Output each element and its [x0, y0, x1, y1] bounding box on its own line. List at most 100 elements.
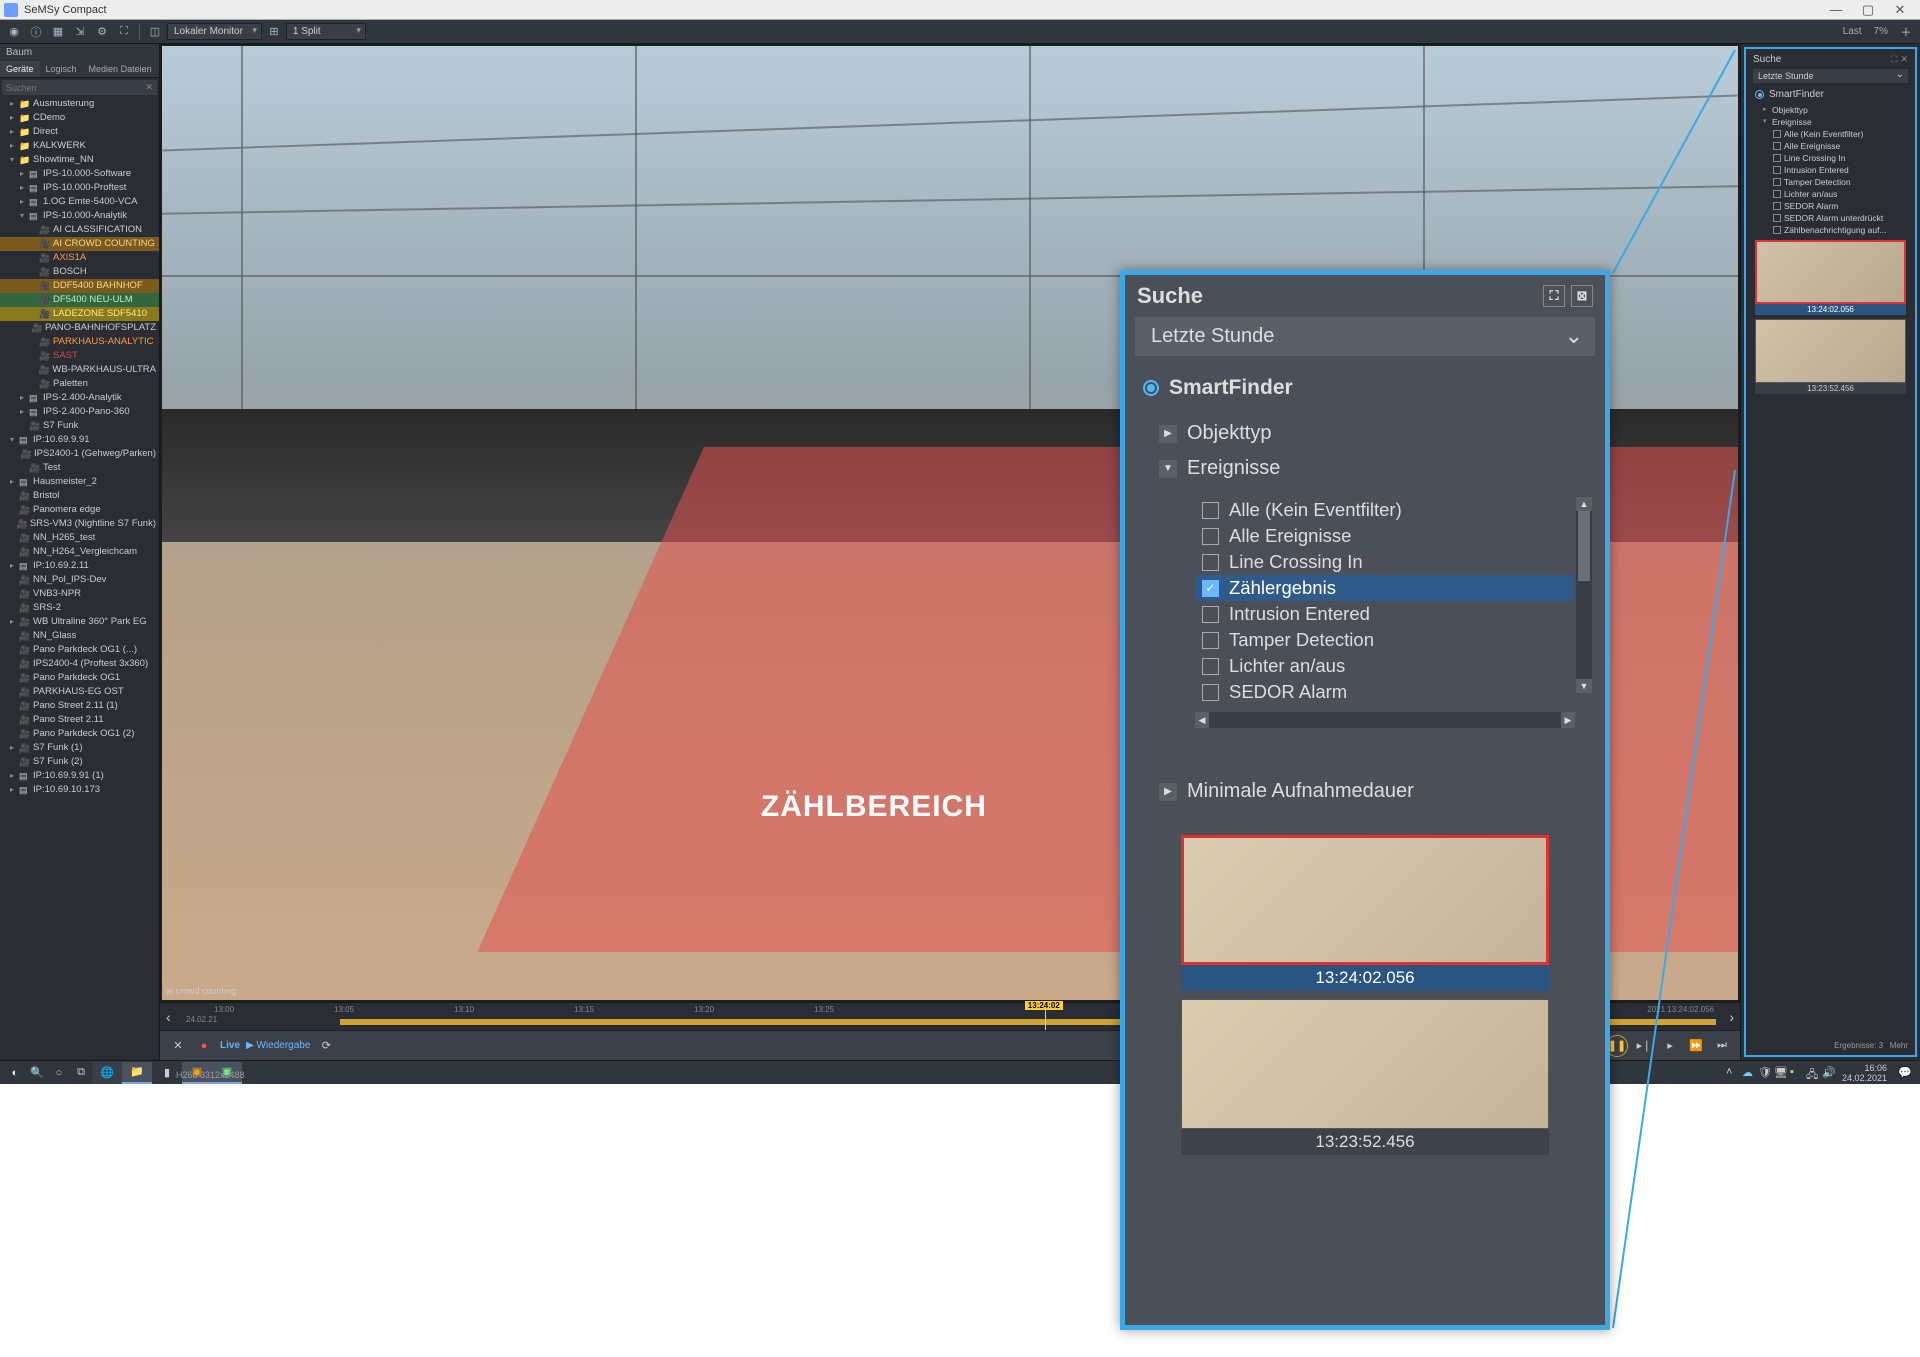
event-filter-item-small[interactable]: Line Crossing In — [1753, 152, 1908, 164]
event-filter-item[interactable]: Line Crossing In — [1196, 549, 1574, 575]
close-search-icon[interactable]: ✕ — [1900, 54, 1908, 65]
loop-icon[interactable]: ⟳ — [316, 1036, 336, 1056]
next-frame-icon[interactable]: ▸❘ — [1634, 1036, 1654, 1056]
tree-item[interactable]: ▾▤IPS-10.000-Analytik — [0, 209, 159, 223]
tree-item[interactable]: ▸▤1.OG Emte-5400-VCA — [0, 195, 159, 209]
forward-icon[interactable]: ⏩ — [1686, 1036, 1706, 1056]
skip-end-icon[interactable]: ⏭ — [1712, 1036, 1732, 1056]
tree-item[interactable]: 🎥AI CLASSIFICATION — [0, 223, 159, 237]
tree-item[interactable]: ▸▤IP:10.69.10.173 — [0, 783, 159, 797]
expand-icon[interactable]: ⛶ — [114, 22, 134, 42]
tree-item[interactable]: 🎥DDF5400 BAHNHOF — [0, 279, 159, 293]
event-filter-item[interactable]: Lichter an/aus — [1196, 653, 1574, 679]
tree-item[interactable]: 🎥IPS2400-4 (Proftest 3x360) — [0, 657, 159, 671]
tree-item[interactable]: ▸▤Hausmeister_2 — [0, 475, 159, 489]
event-filter-item-small[interactable]: Zählbenachrichtigung auf... — [1753, 224, 1908, 236]
tree-item[interactable]: ▾📁Showtime_NN — [0, 153, 159, 167]
tree-item[interactable]: 🎥SRS-VM3 (Nightline S7 Funk) — [0, 517, 159, 531]
tree-item[interactable]: ▸📁KALKWERK — [0, 139, 159, 153]
result-thumb[interactable]: 13:23:52.456 — [1181, 999, 1549, 1155]
tree-item[interactable]: 🎥PANO-BAHNHOFSPLATZ — [0, 321, 159, 335]
event-filter-item[interactable]: Alle (Kein Eventfilter) — [1196, 497, 1574, 523]
grid-icon[interactable]: ⊞ — [264, 22, 284, 42]
tray-display-icon[interactable]: 🖥 — [1774, 1066, 1787, 1079]
event-filter-item-small[interactable]: SEDOR Alarm — [1753, 200, 1908, 212]
tray-network-icon[interactable]: 🖧 — [1806, 1066, 1819, 1079]
tab-logisch[interactable]: Logisch — [40, 61, 83, 77]
system-clock[interactable]: 16:06 24.02.2021 — [1838, 1063, 1891, 1083]
tree-item[interactable]: ▸▤IPS-10.000-Software — [0, 167, 159, 181]
tree-item[interactable]: 🎥NN_H265_test — [0, 531, 159, 545]
taskbar-search-icon[interactable]: 🔍 — [26, 1062, 48, 1084]
tree-item[interactable]: ▸▤IP:10.69.2.11 — [0, 559, 159, 573]
device-tree[interactable]: ▸📁Ausmusterung▸📁CDemo▸📁Direct▸📁KALKWERK▾… — [0, 97, 159, 1060]
close-button[interactable]: ✕ — [1884, 2, 1916, 18]
tree-item[interactable]: ▸▤IPS-2.400-Pano-360 — [0, 405, 159, 419]
tree-item[interactable]: 🎥WB-PARKHAUS-ULTRA — [0, 363, 159, 377]
node-min-duration[interactable]: ▶Minimale Aufnahmedauer — [1155, 774, 1575, 809]
tray-chevron-icon[interactable]: ˄ — [1726, 1066, 1739, 1079]
tree-item[interactable]: 🎥PARKHAUS-EG OST — [0, 685, 159, 699]
node-ereignisse[interactable]: ▼Ereignisse — [1155, 451, 1575, 486]
event-filter-item[interactable]: SEDOR Alarm unterdrückt — [1196, 705, 1574, 707]
taskbar-edge-icon[interactable]: 🌐 — [92, 1062, 122, 1084]
notifications-icon[interactable]: 💬 — [1894, 1062, 1916, 1084]
tree-item[interactable]: 🎥LADEZONE SDF5410 — [0, 307, 159, 321]
event-filter-item-small[interactable]: Lichter an/aus — [1753, 188, 1908, 200]
tree-item[interactable]: ▸📁Direct — [0, 125, 159, 139]
tree-item[interactable]: 🎥NN_Glass — [0, 629, 159, 643]
tree-item[interactable]: 🎥Bristol — [0, 489, 159, 503]
tree-item[interactable]: 🎥Pano Street 2.11 — [0, 713, 159, 727]
node-objekttyp-small[interactable]: ▸Objekttyp — [1753, 104, 1908, 116]
tree-item[interactable]: 🎥SAST — [0, 349, 159, 363]
maximize-button[interactable]: ▢ — [1852, 2, 1884, 18]
zoom-expand-icon[interactable]: ⛶ — [1543, 285, 1565, 307]
tree-item[interactable]: 🎥Paletten — [0, 377, 159, 391]
split-dropdown[interactable]: 1 Split — [286, 23, 366, 40]
gear-icon[interactable]: ⚙ — [92, 22, 112, 42]
tree-item[interactable]: ▸🎥S7 Funk (1) — [0, 741, 159, 755]
taskbar-cortana-icon[interactable]: ○ — [48, 1062, 70, 1084]
tree-item[interactable]: 🎥SRS-2 — [0, 601, 159, 615]
tree-item[interactable]: ▾▤IP:10.69.9.91 — [0, 433, 159, 447]
event-filter-item[interactable]: Intrusion Entered — [1196, 601, 1574, 627]
playback-mode[interactable]: ▶ Wiedergabe — [246, 1040, 310, 1051]
tray-volume-icon[interactable]: 🔊 — [1822, 1066, 1835, 1079]
tree-item[interactable]: 🎥Pano Parkdeck OG1 (2) — [0, 727, 159, 741]
timerange-dropdown[interactable]: Letzte Stunde — [1135, 317, 1595, 356]
more-link[interactable]: Mehr — [1890, 1041, 1908, 1050]
tree-item[interactable]: 🎥VNB3-NPR — [0, 587, 159, 601]
timeline-prev-icon[interactable]: ‹ — [166, 1009, 171, 1025]
tab-geraete[interactable]: Geräte — [0, 61, 40, 77]
tree-item[interactable]: ▸🎥WB Ultraline 360° Park EG — [0, 615, 159, 629]
tree-item[interactable]: 🎥BOSCH — [0, 265, 159, 279]
tree-item[interactable]: 🎥Pano Street 2.11 (1) — [0, 699, 159, 713]
record-dot-icon[interactable]: ● — [194, 1036, 214, 1056]
clear-search-icon[interactable]: ✕ — [145, 82, 153, 93]
tree-item[interactable]: ▸▤IP:10.69.9.91 (1) — [0, 769, 159, 783]
zoom-close-icon[interactable]: ⊠ — [1571, 285, 1593, 307]
timerange-dropdown-small[interactable]: Letzte Stunde — [1753, 69, 1908, 83]
tree-item[interactable]: 🎥AI CROWD COUNTING — [0, 237, 159, 251]
event-filter-item-small[interactable]: Alle (Kein Eventfilter) — [1753, 128, 1908, 140]
taskbar-taskview-icon[interactable]: ⧉ — [70, 1062, 92, 1084]
tree-item[interactable]: ▸📁Ausmusterung — [0, 97, 159, 111]
timeline-next-icon[interactable]: › — [1729, 1009, 1734, 1025]
tree-item[interactable]: 🎥Panomera edge — [0, 503, 159, 517]
taskbar-explorer-icon[interactable]: 📁 — [122, 1062, 152, 1084]
record-icon[interactable]: ◉ — [4, 22, 24, 42]
tree-item[interactable]: ▸📁CDemo — [0, 111, 159, 125]
tree-item[interactable]: 🎥Pano Parkdeck OG1 (...) — [0, 643, 159, 657]
event-filter-item[interactable]: Tamper Detection — [1196, 627, 1574, 653]
taskbar-record-icon[interactable]: ◐ — [4, 1062, 26, 1084]
info-icon[interactable]: ⓘ — [26, 22, 46, 42]
export-icon[interactable]: ⇲ — [70, 22, 90, 42]
tree-item[interactable]: ▸▤IPS-10.000-Proftest — [0, 181, 159, 195]
result-thumb-small[interactable]: 13:24:02.056 — [1755, 240, 1906, 315]
event-list-scrollbar-v[interactable]: ▲▼ — [1576, 497, 1592, 693]
tray-shield-icon[interactable]: 🛡 — [1758, 1066, 1771, 1079]
tray-gpu-icon[interactable]: ▪ — [1790, 1066, 1803, 1079]
result-thumb[interactable]: 13:24:02.056 — [1181, 835, 1549, 991]
step-fwd-icon[interactable]: ▸ — [1660, 1036, 1680, 1056]
event-filter-item[interactable]: SEDOR Alarm — [1196, 679, 1574, 705]
